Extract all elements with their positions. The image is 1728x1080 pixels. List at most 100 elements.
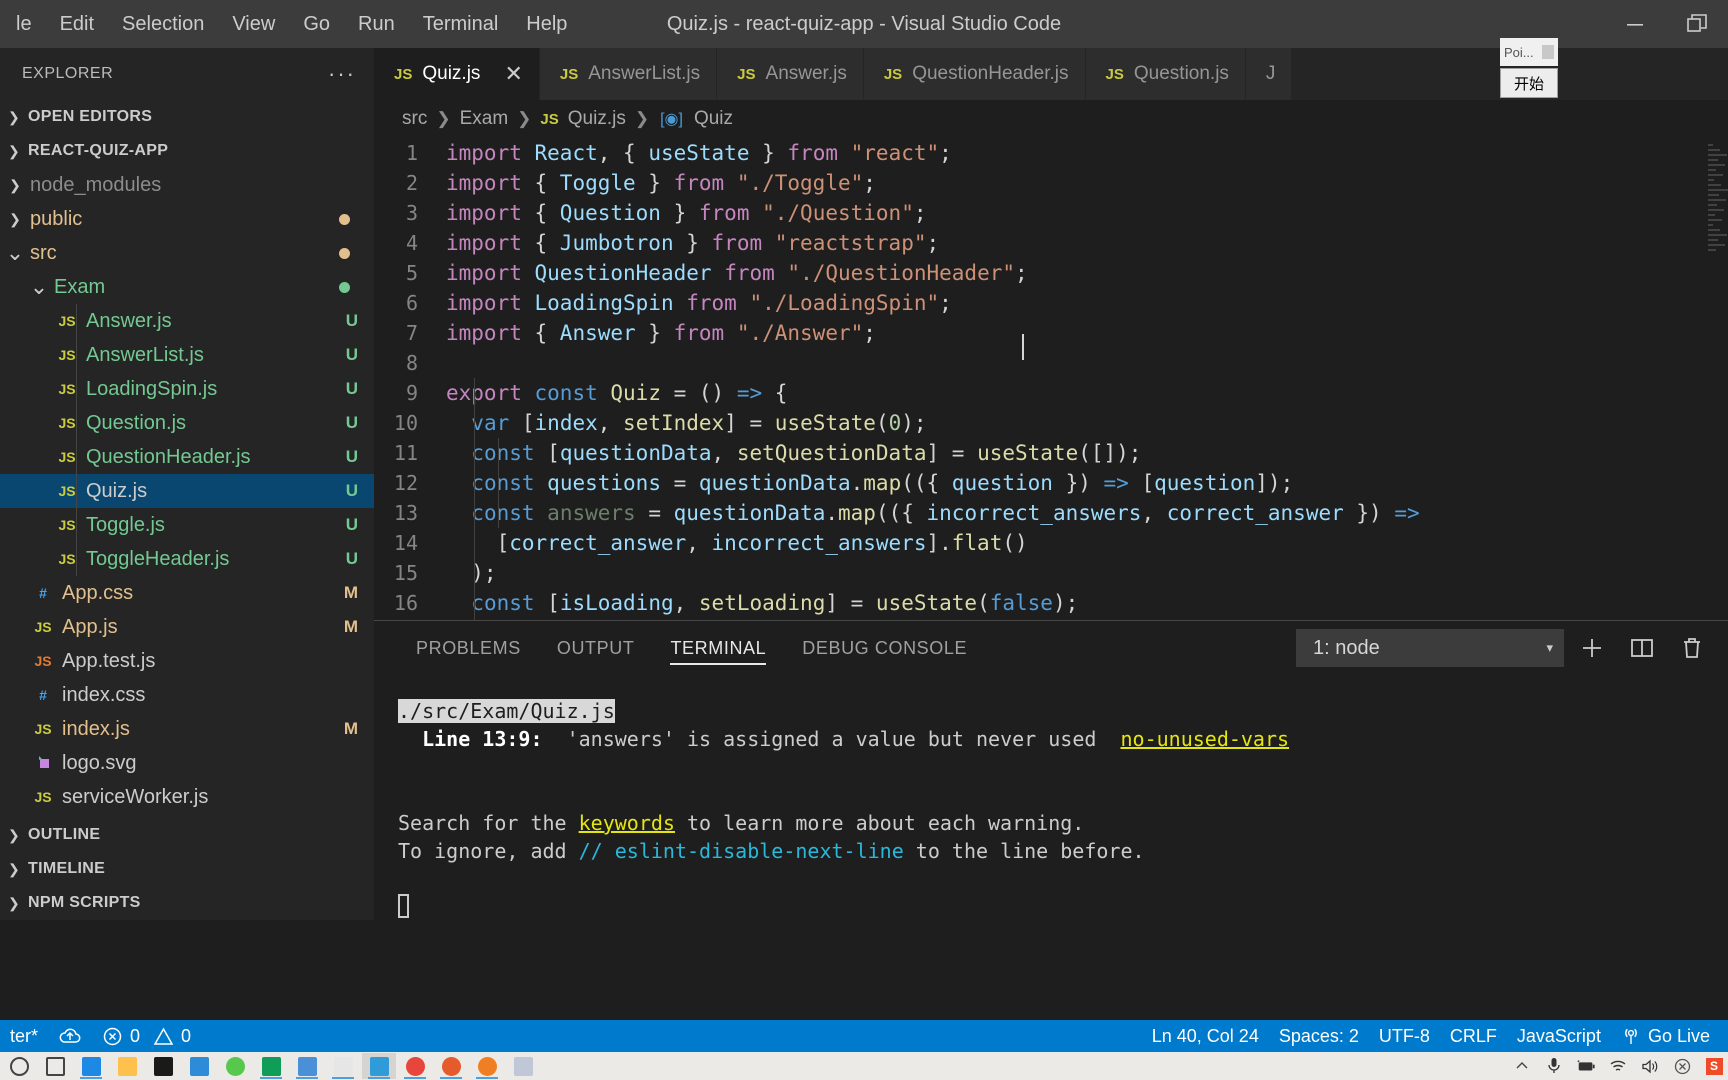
cloud-upload-icon xyxy=(59,1028,81,1043)
editor-tab[interactable]: JS Question.js xyxy=(1085,48,1246,100)
editor-tab[interactable]: J xyxy=(1245,48,1293,100)
tree-folder[interactable]: ❯ public xyxy=(0,202,374,236)
cortana-icon[interactable] xyxy=(2,1053,36,1079)
tree-file[interactable]: JS serviceWorker.js xyxy=(0,780,374,814)
tree-folder[interactable]: ❯ node_modules xyxy=(0,168,374,202)
terminal-selector[interactable]: 1: node ▾ xyxy=(1296,629,1564,667)
pycharm-icon[interactable] xyxy=(254,1053,288,1079)
store-icon[interactable] xyxy=(146,1053,180,1079)
microphone-icon[interactable] xyxy=(1544,1056,1564,1076)
editor-tab[interactable]: JS AnswerList.js xyxy=(539,48,718,100)
menu-item-terminal[interactable]: Terminal xyxy=(409,6,513,42)
tree-file[interactable]: JS index.js M xyxy=(0,712,374,746)
snipaste-tray-icon[interactable]: S xyxy=(1704,1056,1724,1076)
chrome-icon[interactable] xyxy=(398,1053,432,1079)
editor-tab[interactable]: JS Quiz.js ✕ xyxy=(374,48,540,100)
line-number: 2 xyxy=(405,171,418,195)
task-view-icon[interactable] xyxy=(38,1053,72,1079)
editor-tab[interactable]: JS QuestionHeader.js xyxy=(863,48,1086,100)
menu-item-go[interactable]: Go xyxy=(289,6,344,42)
show-hidden-icons[interactable] xyxy=(1512,1056,1532,1076)
section-outline[interactable]: ❯ OUTLINE xyxy=(0,818,374,852)
section-timeline[interactable]: ❯ TIMELINE xyxy=(0,852,374,886)
vscode-icon[interactable] xyxy=(362,1053,396,1079)
terminal-link[interactable]: keywords xyxy=(579,811,675,835)
tab-output[interactable]: OUTPUT xyxy=(539,621,653,675)
breadcrumb-quiz-symbol[interactable]: Quiz xyxy=(694,108,733,130)
minimap-line xyxy=(1708,154,1727,156)
tree-file[interactable]: JS Answer.js U xyxy=(0,304,374,338)
status-branch[interactable]: ter* xyxy=(0,1020,48,1052)
close-icon[interactable]: ✕ xyxy=(504,63,522,85)
ime-popup-start-button[interactable]: 开始 xyxy=(1500,68,1558,98)
status-cursor-position[interactable]: Ln 40, Col 24 xyxy=(1142,1020,1269,1052)
volume-icon[interactable] xyxy=(1640,1056,1660,1076)
tree-file[interactable]: JS App.js M xyxy=(0,610,374,644)
tree-folder[interactable]: ⌄ src xyxy=(0,236,374,270)
tree-file[interactable]: JS Question.js U xyxy=(0,406,374,440)
status-go-live[interactable]: Go Live xyxy=(1611,1020,1720,1052)
tab-debug-console[interactable]: DEBUG CONSOLE xyxy=(784,621,985,675)
terminal-output[interactable]: ./src/Exam/Quiz.js Line 13:9: 'answers' … xyxy=(374,675,1728,920)
editor-icon[interactable] xyxy=(290,1053,324,1079)
breadcrumb-src[interactable]: src xyxy=(402,108,427,130)
explorer-more-actions-icon[interactable]: ··· xyxy=(328,63,356,85)
tree-file[interactable]: JS LoadingSpin.js U xyxy=(0,372,374,406)
section-open-editors[interactable]: ❯ OPEN EDITORS xyxy=(0,100,374,134)
firefox-icon[interactable] xyxy=(434,1053,468,1079)
status-problems[interactable]: 0 0 xyxy=(92,1020,201,1052)
photos-icon[interactable] xyxy=(326,1053,360,1079)
edge-icon[interactable] xyxy=(74,1053,108,1079)
tree-file[interactable]: JS QuestionHeader.js U xyxy=(0,440,374,474)
mail-icon[interactable] xyxy=(182,1053,216,1079)
mysql-icon[interactable] xyxy=(470,1053,504,1079)
minimize-button[interactable] xyxy=(1604,0,1666,48)
tab-problems[interactable]: PROBLEMS xyxy=(398,621,539,675)
section-timeline-label: TIMELINE xyxy=(28,860,106,877)
terminal-link[interactable]: no-unused-vars xyxy=(1120,727,1289,751)
file-explorer-icon[interactable] xyxy=(110,1053,144,1079)
menu-item-help[interactable]: Help xyxy=(512,6,581,42)
ime-popup[interactable]: Poi... 开始 xyxy=(1500,38,1558,100)
tree-file[interactable]: # App.css M xyxy=(0,576,374,610)
tree-file[interactable]: JS App.test.js xyxy=(0,644,374,678)
tree-file[interactable]: # index.css xyxy=(0,678,374,712)
breadcrumb-quiz-js[interactable]: Quiz.js xyxy=(568,108,626,130)
kill-terminal-icon[interactable] xyxy=(1670,626,1714,670)
menu-item-edit[interactable]: Edit xyxy=(46,6,108,42)
tree-file[interactable]: JS AnswerList.js U xyxy=(0,338,374,372)
tree-item-label: Quiz.js xyxy=(86,479,148,502)
status-language-mode[interactable]: JavaScript xyxy=(1507,1020,1611,1052)
new-terminal-icon[interactable] xyxy=(1570,626,1614,670)
menu-item-view[interactable]: View xyxy=(218,6,289,42)
tab-terminal[interactable]: TERMINAL xyxy=(652,621,784,675)
minimap[interactable] xyxy=(1706,138,1728,620)
broadcast-icon xyxy=(1625,1028,1637,1044)
restore-button[interactable] xyxy=(1666,0,1728,48)
menu-item-selection[interactable]: Selection xyxy=(108,6,218,42)
battery-icon[interactable] xyxy=(1576,1056,1596,1076)
status-sync[interactable] xyxy=(48,1020,92,1052)
breadcrumb-exam[interactable]: Exam xyxy=(460,108,509,130)
code-editor[interactable]: 1 import React, { useState } from "react"… xyxy=(374,138,1728,620)
internet-explorer-icon[interactable] xyxy=(218,1053,252,1079)
split-terminal-icon[interactable] xyxy=(1620,626,1664,670)
menu-item-file[interactable]: le xyxy=(2,6,46,42)
section-react-quiz-app[interactable]: ❯ REACT-QUIZ-APP xyxy=(0,134,374,168)
status-encoding[interactable]: UTF-8 xyxy=(1369,1020,1440,1052)
editor-tab[interactable]: JS Answer.js xyxy=(717,48,864,100)
tree-folder[interactable]: ⌄ Exam xyxy=(0,270,374,304)
section-npm-scripts[interactable]: ❯ NPM SCRIPTS xyxy=(0,886,374,920)
status-indentation[interactable]: Spaces: 2 xyxy=(1269,1020,1369,1052)
tree-item-label: Exam xyxy=(54,275,106,298)
tree-file[interactable]: logo.svg xyxy=(0,746,374,780)
menu-item-run[interactable]: Run xyxy=(344,6,409,42)
tree-file[interactable]: JS Quiz.js U xyxy=(0,474,374,508)
snipaste-icon[interactable] xyxy=(506,1053,540,1079)
status-eol[interactable]: CRLF xyxy=(1440,1020,1507,1052)
action-center-icon[interactable] xyxy=(1672,1056,1692,1076)
wifi-icon[interactable] xyxy=(1608,1056,1628,1076)
tree-item-label: Answer.js xyxy=(86,309,172,332)
tree-file[interactable]: JS Toggle.js U xyxy=(0,508,374,542)
tree-file[interactable]: JS ToggleHeader.js U xyxy=(0,542,374,576)
